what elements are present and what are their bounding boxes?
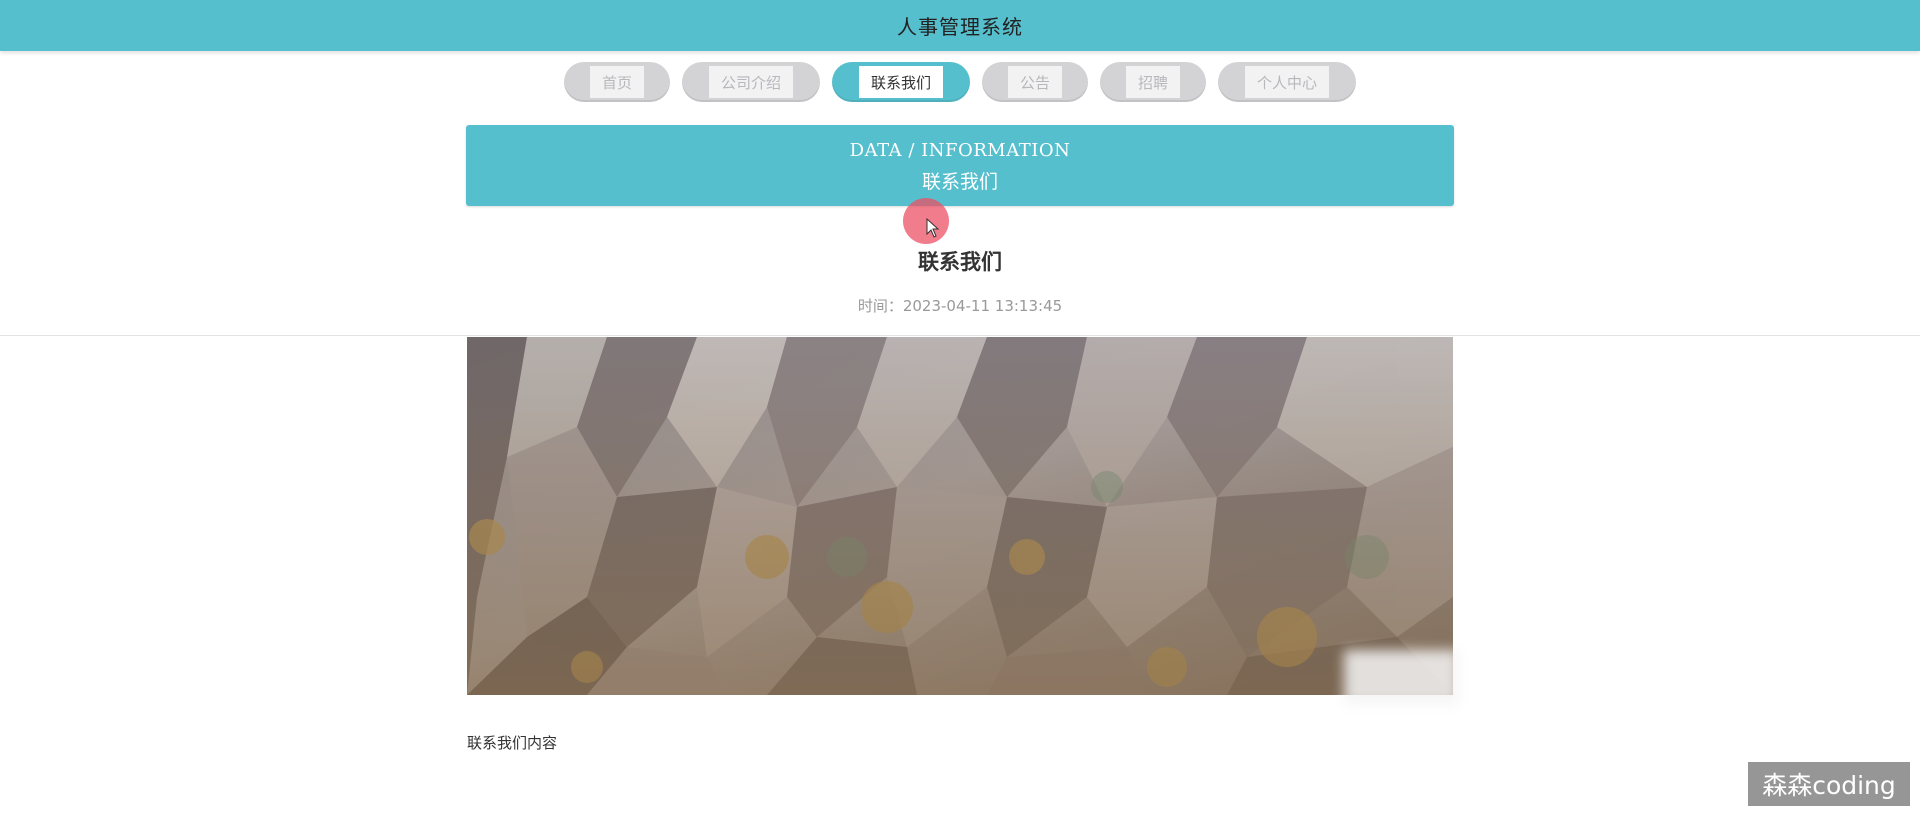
nav-item-label: 个人中心 xyxy=(1244,66,1329,98)
page: 人事管理系统 首页 公司介绍 联系我们 公告 招聘 个人中心 DATA / IN… xyxy=(0,0,1920,816)
article-image xyxy=(467,337,1453,695)
banner-cn-label: 联系我们 xyxy=(921,171,998,193)
nav-item-label: 联系我们 xyxy=(858,66,943,98)
top-header-bar: 人事管理系统 xyxy=(0,0,1920,51)
nav-item-label: 招聘 xyxy=(1125,66,1180,98)
article-title: 联系我们 xyxy=(918,250,1002,274)
nav-item-announcements[interactable]: 公告 xyxy=(982,62,1088,102)
watermark: 森森coding xyxy=(1748,762,1910,806)
blur-patch xyxy=(1344,650,1459,705)
divider xyxy=(0,335,1920,336)
nav-item-recruitment[interactable]: 招聘 xyxy=(1100,62,1206,102)
article-timestamp: 时间：2023-04-11 13:13:45 xyxy=(857,297,1063,315)
nav-item-label: 首页 xyxy=(589,66,644,98)
nav-item-home[interactable]: 首页 xyxy=(564,62,670,102)
main-nav: 首页 公司介绍 联系我们 公告 招聘 个人中心 xyxy=(0,62,1920,106)
nav-item-personal-center[interactable]: 个人中心 xyxy=(1218,62,1356,102)
banner-en-label: DATA / INFORMATION xyxy=(849,140,1071,161)
nav-item-contact-us[interactable]: 联系我们 xyxy=(832,62,970,102)
mouse-pointer-icon xyxy=(926,218,940,238)
nav-item-company-intro[interactable]: 公司介绍 xyxy=(682,62,820,102)
app-title: 人事管理系统 xyxy=(897,15,1023,39)
nav-item-label: 公司介绍 xyxy=(708,66,793,98)
section-banner: DATA / INFORMATION 联系我们 xyxy=(466,125,1454,206)
article-content: 联系我们内容 xyxy=(467,734,558,752)
nav-item-label: 公告 xyxy=(1007,66,1062,98)
